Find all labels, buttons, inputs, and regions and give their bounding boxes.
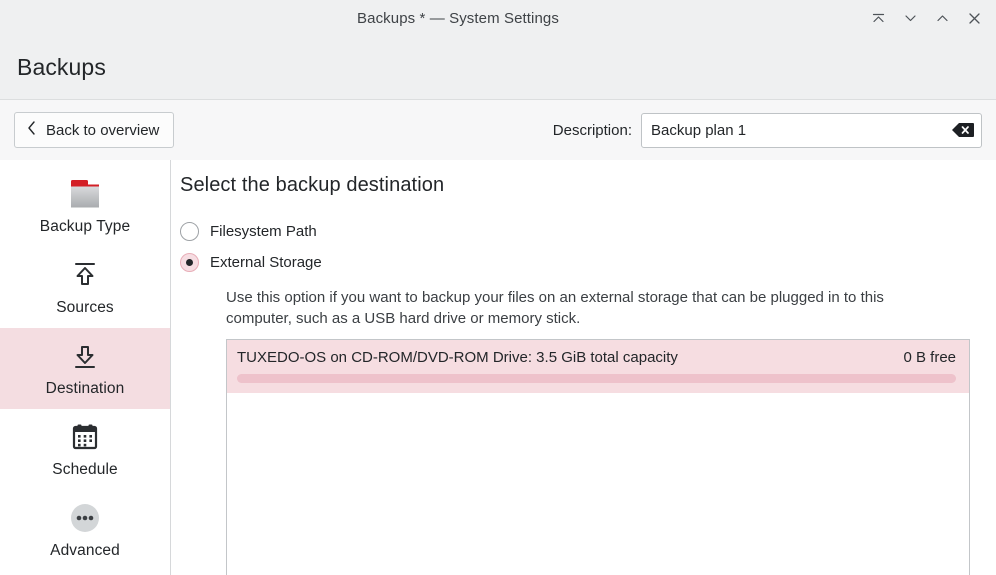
- toolbar: Back to overview Description:: [0, 100, 996, 160]
- option-description: Use this option if you want to backup yo…: [226, 289, 884, 327]
- section-heading: Select the backup destination: [180, 174, 445, 196]
- storage-device-list[interactable]: TUXEDO-OS on CD-ROM/DVD-ROM Drive: 3.5 G…: [226, 339, 970, 575]
- sidebar-item-backup-type[interactable]: Backup Type: [0, 166, 170, 247]
- sidebar-item-label: Schedule: [52, 461, 118, 478]
- storage-usage-bar-fill: [237, 374, 956, 383]
- chevron-left-icon: [26, 120, 37, 140]
- sidebar-item-label: Destination: [45, 380, 125, 397]
- radio-option-filesystem-path[interactable]: Filesystem Path: [180, 216, 970, 247]
- minimize-icon[interactable]: [894, 3, 926, 33]
- sidebar-item-label: Backup Type: [39, 218, 131, 235]
- sidebar-item-destination[interactable]: Destination: [0, 328, 170, 409]
- destination-panel: Select the backup destination Filesystem…: [171, 160, 996, 575]
- download-arrow-icon: [69, 339, 101, 373]
- back-to-overview-label: Back to overview: [46, 121, 160, 139]
- page-title: Backups: [17, 54, 106, 80]
- folder-icon: [64, 177, 106, 211]
- radio-button-unselected[interactable]: [180, 222, 199, 241]
- radio-button-selected[interactable]: [180, 253, 199, 272]
- sidebar-item-sources[interactable]: Sources: [0, 247, 170, 328]
- radio-option-external-storage[interactable]: External Storage: [180, 247, 970, 278]
- storage-device-name: TUXEDO-OS on CD-ROM/DVD-ROM Drive: 3.5 G…: [237, 349, 678, 366]
- clear-text-icon[interactable]: [951, 121, 975, 139]
- storage-device-free: 0 B free: [903, 349, 956, 366]
- settings-sidebar: Backup Type Sources Destination Schedule…: [0, 160, 171, 575]
- sidebar-item-label: Advanced: [50, 542, 120, 559]
- radio-label: Filesystem Path: [210, 223, 317, 240]
- sidebar-item-label: Sources: [56, 299, 114, 316]
- storage-usage-bar: [237, 374, 956, 383]
- page-header: Backups: [0, 36, 996, 100]
- back-to-overview-button[interactable]: Back to overview: [14, 112, 175, 148]
- storage-device-summary: TUXEDO-OS on CD-ROM/DVD-ROM Drive: 3.5 G…: [237, 349, 956, 366]
- description-input-wrapper[interactable]: [641, 112, 982, 148]
- window-controls: [862, 3, 996, 33]
- window-titlebar: Backups * — System Settings: [0, 0, 996, 36]
- radio-label: External Storage: [210, 254, 322, 271]
- content-body: Backup Type Sources Destination Schedule…: [0, 160, 996, 575]
- ellipsis-circle-icon: [68, 501, 102, 535]
- window-title: Backups * — System Settings: [357, 9, 559, 27]
- calendar-icon: [70, 420, 100, 454]
- description-input[interactable]: [651, 121, 951, 139]
- upload-arrow-icon: [69, 258, 101, 292]
- close-icon[interactable]: [958, 3, 990, 33]
- description-label: Description:: [552, 121, 632, 139]
- sidebar-item-schedule[interactable]: Schedule: [0, 409, 170, 490]
- backups-settings-window: Backups * — System Settings Backups Back: [0, 0, 996, 575]
- description-group: Description:: [552, 112, 982, 148]
- keep-above-icon[interactable]: [862, 3, 894, 33]
- sidebar-item-advanced[interactable]: Advanced: [0, 490, 170, 571]
- storage-device-item[interactable]: TUXEDO-OS on CD-ROM/DVD-ROM Drive: 3.5 G…: [227, 340, 969, 393]
- maximize-icon[interactable]: [926, 3, 958, 33]
